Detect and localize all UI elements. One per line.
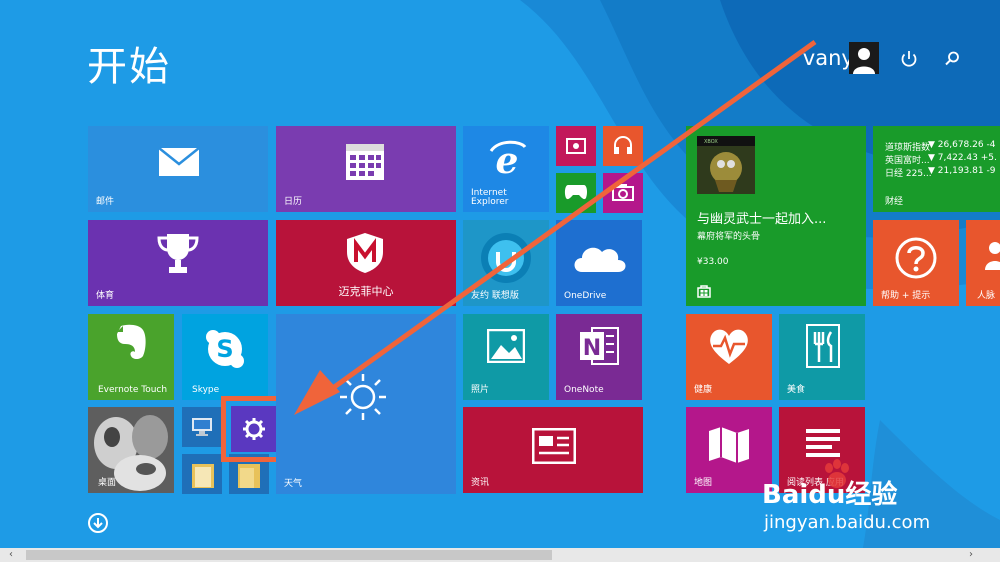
horizontal-scrollbar[interactable]: ‹ › xyxy=(0,548,1000,562)
scroll-left-icon[interactable]: ‹ xyxy=(4,548,18,562)
watermark-url: jingyan.baidu.com xyxy=(764,512,931,533)
all-apps-button[interactable] xyxy=(88,513,108,533)
arrow-down-icon xyxy=(93,518,103,529)
watermark-brand: Baidu经验 xyxy=(762,480,898,510)
scroll-right-icon[interactable]: › xyxy=(964,548,978,562)
scroll-thumb[interactable] xyxy=(26,550,552,560)
